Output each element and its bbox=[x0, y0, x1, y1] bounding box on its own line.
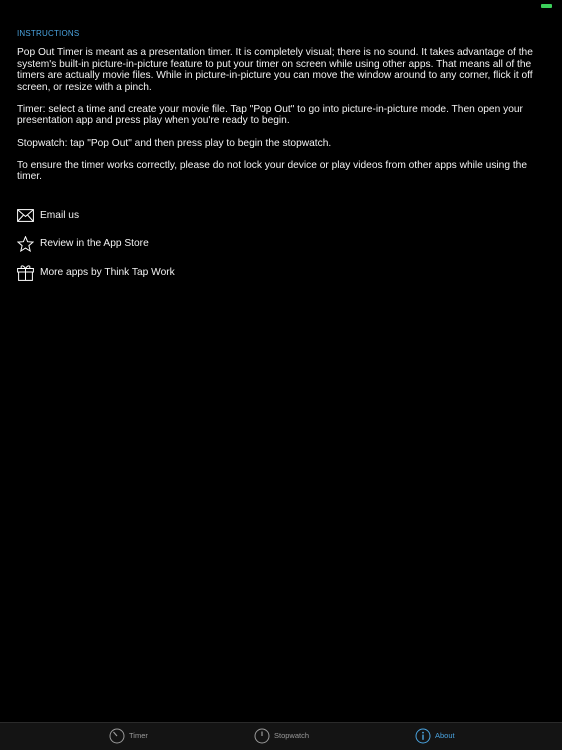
tab-bar: Timer Stopwatch About bbox=[0, 722, 562, 750]
tab-stopwatch[interactable]: Stopwatch bbox=[253, 727, 309, 744]
review-app-store-label: Review in the App Store bbox=[40, 238, 149, 250]
stopwatch-icon bbox=[253, 727, 270, 744]
instruction-paragraph: Timer: select a time and create your mov… bbox=[17, 103, 523, 127]
instruction-paragraph: Pop Out Timer is meant as a presentation… bbox=[17, 47, 533, 93]
instructions-text: Pop Out Timer is meant as a presentation… bbox=[17, 47, 547, 193]
more-apps-link[interactable]: More apps by Think Tap Work bbox=[16, 258, 175, 287]
info-icon bbox=[414, 727, 431, 744]
star-icon bbox=[16, 235, 34, 253]
email-us-link[interactable]: Email us bbox=[16, 201, 175, 230]
battery-indicator bbox=[541, 4, 552, 8]
envelope-icon bbox=[16, 206, 34, 224]
instruction-paragraph: To ensure the timer works correctly, ple… bbox=[17, 159, 527, 183]
tab-stopwatch-label: Stopwatch bbox=[274, 731, 310, 740]
tab-timer-label: Timer bbox=[129, 731, 148, 740]
gift-icon bbox=[16, 263, 34, 281]
more-apps-label: More apps by Think Tap Work bbox=[40, 266, 175, 278]
timer-icon bbox=[108, 727, 125, 744]
tab-timer[interactable]: Timer bbox=[108, 727, 148, 744]
instruction-paragraph: Stopwatch: tap "Pop Out" and then press … bbox=[17, 137, 332, 149]
links-list: Email us Review in the App Store More ap… bbox=[16, 201, 175, 287]
review-app-store-link[interactable]: Review in the App Store bbox=[16, 230, 175, 259]
section-title: INSTRUCTIONS bbox=[17, 29, 80, 38]
tab-about[interactable]: About bbox=[414, 727, 455, 744]
tab-about-label: About bbox=[435, 731, 455, 740]
email-us-label: Email us bbox=[40, 209, 80, 221]
